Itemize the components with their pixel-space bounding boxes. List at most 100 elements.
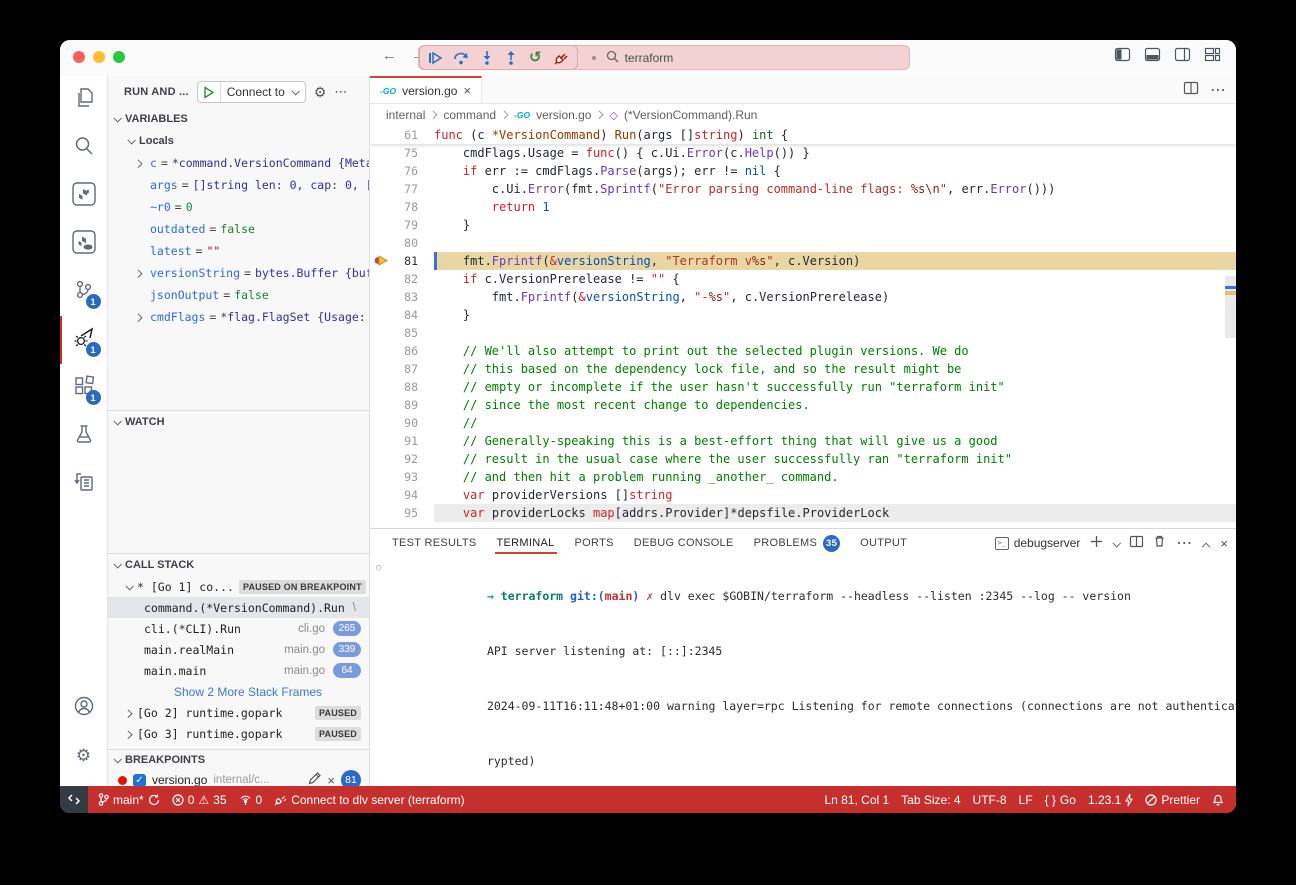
editor-gutter[interactable]: 80 (370, 234, 434, 252)
ports-status[interactable]: 0 (233, 793, 269, 807)
editor-more-actions-icon[interactable]: ⋯ (1210, 80, 1226, 100)
prettier-status[interactable]: Prettier (1139, 793, 1206, 807)
code-line[interactable]: 80 (370, 234, 1236, 252)
editor-gutter[interactable]: 88 (370, 378, 434, 396)
code-editor[interactable]: 61 func (c *VersionCommand) Run(args []s… (370, 126, 1236, 528)
panel-tab[interactable]: DEBUG CONSOLE (624, 529, 744, 557)
encoding-status[interactable]: UTF-8 (967, 793, 1013, 807)
editor-gutter[interactable]: 83 (370, 288, 434, 306)
variable-row[interactable]: args = []string len: 0, cap: 0, [] (108, 174, 369, 196)
panel-tab[interactable]: PORTS (565, 529, 624, 557)
code-line[interactable]: 81 fmt.Fprintf(&versionString, "Terrafor… (370, 252, 1236, 270)
panel-more-actions-icon[interactable]: ⋯ (1176, 533, 1192, 553)
code-line[interactable]: 75 cmdFlags.Usage = func() { c.Ui.Error(… (370, 144, 1236, 162)
notifications-bell-icon[interactable] (1206, 793, 1230, 806)
split-editor-icon[interactable] (1184, 81, 1198, 99)
locals-scope[interactable]: Locals (108, 130, 369, 152)
variable-row[interactable]: ~r0 = 0 (108, 196, 369, 218)
editor-gutter[interactable]: 81 (370, 252, 434, 270)
toggle-secondary-sidebar-icon[interactable] (1175, 48, 1190, 61)
breadcrumb-item[interactable]: internal (386, 108, 425, 122)
edit-breakpoint-icon[interactable] (308, 772, 321, 786)
code-line[interactable]: 94 var providerVersions []string (370, 486, 1236, 504)
git-branch-status[interactable]: main* (92, 793, 166, 807)
code-line[interactable]: 76 if err := cmdFlags.Parse(args); err !… (370, 162, 1236, 180)
editor-gutter[interactable]: 95 (370, 504, 434, 522)
stack-frame-row[interactable]: main.realMain main.go 339 (108, 639, 369, 660)
variable-row[interactable]: jsonOutput = false (108, 284, 369, 306)
tab-version-go[interactable]: -GO version.go × (370, 76, 482, 103)
editor-gutter[interactable]: 91 (370, 432, 434, 450)
call-stack-section-header[interactable]: CALL STACK (108, 554, 369, 576)
start-debug-button[interactable] (198, 82, 221, 102)
close-tab-icon[interactable]: × (463, 83, 471, 98)
go-version-status[interactable]: 1.23.1 (1082, 793, 1139, 807)
code-line[interactable]: 89 // since the most recent change to de… (370, 396, 1236, 414)
panel-tab[interactable]: OUTPUT (850, 529, 917, 557)
editor-gutter[interactable]: 84 (370, 306, 434, 324)
editor-gutter[interactable]: 86 (370, 342, 434, 360)
breakpoints-section-header[interactable]: BREAKPOINTS (108, 750, 369, 770)
toggle-panel-icon[interactable] (1145, 48, 1160, 61)
breakpoint-checkbox[interactable]: ✓ (133, 774, 146, 787)
minimize-window-button[interactable] (93, 51, 105, 63)
restart-icon[interactable]: ↺ (529, 51, 542, 65)
code-line[interactable]: 77 c.Ui.Error(fmt.Sprintf("Error parsing… (370, 180, 1236, 198)
customize-layout-icon[interactable] (1205, 48, 1220, 61)
code-line[interactable]: 87 // this based on the dependency lock … (370, 360, 1236, 378)
debug-settings-gear-icon[interactable]: ⚙ (314, 84, 327, 101)
sidebar-item-run-debug[interactable]: 1 (60, 316, 108, 364)
editor-gutter[interactable]: 82 (370, 270, 434, 288)
editor-gutter[interactable]: 76 (370, 162, 434, 180)
kill-terminal-icon[interactable] (1154, 534, 1165, 552)
sidebar-item-explorer[interactable] (60, 76, 108, 124)
code-line[interactable]: 86 // We'll also attempt to print out th… (370, 342, 1236, 360)
continue-icon[interactable] (428, 51, 442, 65)
sidebar-item-extensions[interactable]: 1 (60, 364, 108, 412)
toolbar-grip[interactable] (592, 56, 596, 60)
breakpoint-row[interactable]: ✓ version.go internal/c... × 81 (108, 770, 369, 786)
code-line[interactable]: 78 return 1 (370, 198, 1236, 216)
variable-row[interactable]: c = *command.VersionCommand {Meta… (108, 152, 369, 174)
editor-gutter[interactable]: 87 (370, 360, 434, 378)
code-line[interactable]: 84 } (370, 306, 1236, 324)
watch-section-header[interactable]: WATCH (108, 411, 369, 433)
code-line[interactable]: 88 // empty or incomplete if the user ha… (370, 378, 1236, 396)
debug-session-status[interactable]: Connect to dlv server (terraform) (268, 793, 470, 807)
step-over-icon[interactable] (454, 51, 469, 65)
code-line[interactable]: 79 } (370, 216, 1236, 234)
editor-gutter[interactable]: 93 (370, 468, 434, 486)
stack-frame-row[interactable]: [Go 3] runtime.gopark PAUSED (108, 723, 369, 744)
toggle-sidebar-icon[interactable] (1115, 48, 1130, 61)
command-decoration-icon[interactable]: ○ (376, 562, 381, 576)
variable-row[interactable]: versionString = bytes.Buffer {buf… (108, 262, 369, 284)
disconnect-icon[interactable] (554, 51, 569, 65)
code-line[interactable]: 90 // (370, 414, 1236, 432)
editor-gutter[interactable]: 77 (370, 180, 434, 198)
remove-breakpoint-icon[interactable]: × (327, 773, 335, 787)
variables-section-header[interactable]: VARIABLES (108, 108, 369, 130)
stack-frame-row[interactable]: [Go 2] runtime.gopark PAUSED (108, 702, 369, 723)
settings-button[interactable]: ⚙ (60, 732, 108, 780)
editor-gutter[interactable]: 89 (370, 396, 434, 414)
sidebar-item-references[interactable] (60, 460, 108, 508)
split-terminal-icon[interactable] (1130, 534, 1143, 552)
editor-gutter[interactable]: 94 (370, 486, 434, 504)
back-icon[interactable]: ← (382, 47, 397, 64)
eol-status[interactable]: LF (1013, 793, 1039, 807)
language-mode-status[interactable]: { } Go (1039, 793, 1082, 807)
maximize-window-button[interactable] (113, 51, 125, 63)
more-actions-icon[interactable]: ⋯ (334, 84, 348, 100)
code-line[interactable]: 93 // and then hit a problem running _an… (370, 468, 1236, 486)
stack-frame-row[interactable]: command.(*VersionCommand).Run \ (108, 597, 369, 618)
code-line[interactable]: 85 (370, 324, 1236, 342)
code-line[interactable]: 82 if c.VersionPrerelease != "" { (370, 270, 1236, 288)
editor-gutter[interactable]: 85 (370, 324, 434, 342)
chevron-down-icon[interactable] (291, 89, 305, 95)
sidebar-item-search[interactable] (60, 124, 108, 172)
code-line[interactable]: 61 func (c *VersionCommand) Run(args []s… (370, 126, 1236, 144)
stack-frame-row[interactable]: * [Go 1] co... PAUSED ON BREAKPOINT (108, 576, 369, 597)
terminal-instance[interactable]: >_ debugserver (995, 536, 1081, 550)
terminal-output[interactable]: ○ → terraform git:(main) ✗ dlv exec $GOB… (370, 557, 1236, 786)
search-box[interactable]: terraform (606, 50, 674, 66)
